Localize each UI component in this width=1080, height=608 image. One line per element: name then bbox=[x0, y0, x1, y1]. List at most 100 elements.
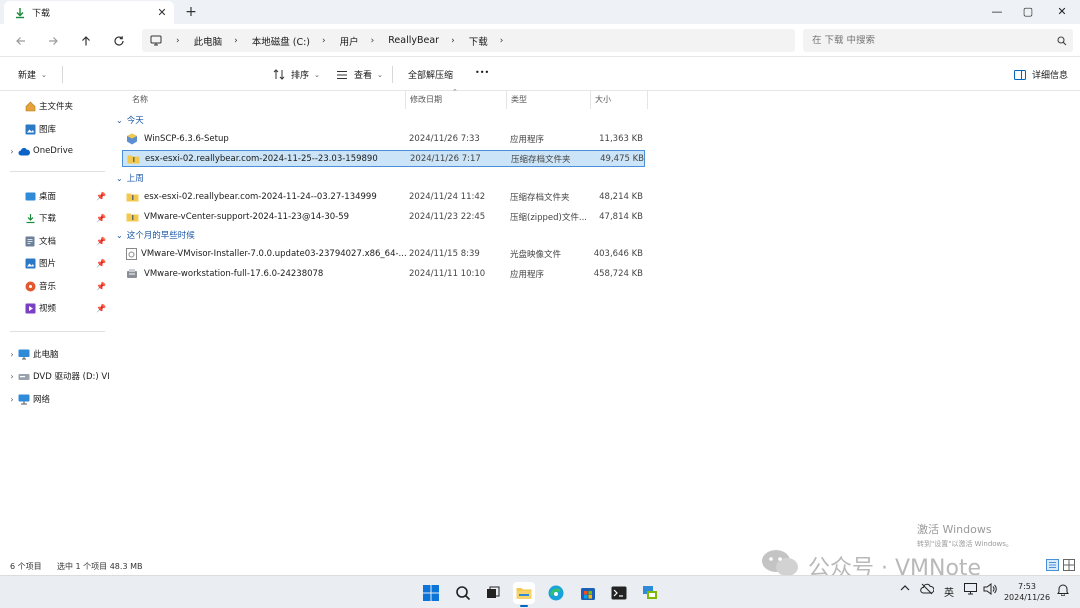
pin-icon[interactable]: 📌 bbox=[94, 237, 108, 246]
details-pane-button[interactable]: 详细信息 bbox=[1014, 68, 1068, 81]
sidebar-item-downloads[interactable]: 下载 📌 bbox=[0, 208, 112, 228]
pin-icon[interactable]: 📌 bbox=[94, 214, 108, 223]
back-arrow-icon[interactable] bbox=[12, 32, 30, 50]
breadcrumb-reallybear[interactable]: ReallyBear bbox=[388, 35, 439, 46]
breadcrumb-local-disk[interactable]: 本地磁盘 (C:) bbox=[252, 34, 310, 48]
column-header-name[interactable]: 名称 bbox=[128, 91, 406, 109]
chevron-right-icon[interactable]: › bbox=[322, 36, 326, 46]
activate-title: 激活 Windows bbox=[917, 523, 992, 536]
table-row[interactable]: VMware-VMvisor-Installer-7.0.0.update03-… bbox=[122, 245, 645, 262]
group-header-last-week[interactable]: ⌄ 上周 bbox=[116, 170, 144, 186]
table-row[interactable]: esx-esxi-02.reallybear.com-2024-11-24--0… bbox=[122, 188, 645, 205]
sidebar-item-onedrive[interactable]: › OneDrive bbox=[0, 141, 112, 161]
sidebar-item-videos[interactable]: 视频 📌 bbox=[0, 298, 112, 318]
table-row[interactable]: VMware-workstation-full-17.6.0-24238078 … bbox=[122, 265, 645, 282]
chevron-right-icon[interactable]: › bbox=[6, 395, 18, 404]
new-button[interactable]: 新建 ⌄ bbox=[18, 68, 47, 82]
sidebar-item-home[interactable]: 主文件夹 bbox=[0, 96, 112, 116]
sidebar-item-pictures[interactable]: 图片 📌 bbox=[0, 253, 112, 273]
file-name: VMware-workstation-full-17.6.0-24238078 bbox=[144, 268, 324, 279]
network-monitor-icon[interactable] bbox=[964, 583, 977, 598]
file-type: 应用程序 bbox=[510, 134, 545, 145]
file-name: VMware-vCenter-support-2024-11-23@14-30-… bbox=[144, 211, 350, 222]
microsoft-store-icon[interactable] bbox=[577, 582, 599, 604]
task-view-icon[interactable] bbox=[482, 582, 504, 604]
breadcrumb-users[interactable]: 用户 bbox=[340, 34, 359, 48]
volume-icon[interactable] bbox=[983, 583, 997, 598]
pin-icon[interactable]: 📌 bbox=[94, 282, 108, 291]
chevron-right-icon[interactable]: › bbox=[176, 36, 180, 46]
sort-button[interactable]: 排序 ⌄ bbox=[273, 68, 320, 81]
table-row[interactable]: VMware-vCenter-support-2024-11-23@14-30-… bbox=[122, 208, 645, 225]
chevron-up-icon[interactable] bbox=[900, 584, 910, 595]
group-header-earlier-this-month[interactable]: ⌄ 这个月的早些时候 bbox=[116, 227, 195, 243]
file-type: 应用程序 bbox=[510, 269, 545, 280]
notification-bell-icon[interactable] bbox=[1057, 583, 1069, 599]
refresh-icon[interactable] bbox=[110, 32, 128, 50]
details-view-icon[interactable] bbox=[1046, 559, 1059, 573]
column-header-type[interactable]: 类型 bbox=[507, 91, 591, 109]
sidebar-item-desktop[interactable]: 桌面 📌 bbox=[0, 186, 112, 206]
view-button[interactable]: 查看 ⌄ bbox=[336, 68, 383, 81]
minimize-button[interactable]: — bbox=[980, 2, 1014, 22]
tab-close-icon[interactable]: ✕ bbox=[154, 6, 170, 19]
chevron-right-icon[interactable]: › bbox=[500, 36, 504, 46]
sidebar-item-label: 此电脑 bbox=[33, 350, 59, 360]
terminal-icon[interactable] bbox=[608, 582, 630, 604]
sidebar-item-gallery[interactable]: 图库 bbox=[0, 119, 112, 139]
details-pane-icon bbox=[1014, 69, 1026, 80]
breadcrumb-downloads[interactable]: 下载 bbox=[469, 34, 488, 48]
search-input[interactable] bbox=[812, 35, 1051, 46]
sidebar-item-music[interactable]: 音乐 📌 bbox=[0, 276, 112, 296]
chevron-right-icon[interactable]: › bbox=[371, 36, 375, 46]
sidebar-item-dvd-drive[interactable]: › DVD 驱动器 (D:) VI bbox=[0, 366, 112, 386]
search-box[interactable] bbox=[803, 29, 1073, 52]
tiles-view-icon[interactable] bbox=[1063, 559, 1075, 573]
file-size: 49,475 KB bbox=[600, 153, 644, 164]
pin-icon[interactable]: 📌 bbox=[94, 192, 108, 201]
file-explorer-icon[interactable] bbox=[513, 582, 535, 607]
chevron-down-icon: ⌄ bbox=[377, 70, 383, 79]
sidebar-item-this-pc[interactable]: › 此电脑 bbox=[0, 344, 112, 364]
sort-icon bbox=[273, 69, 285, 80]
system-clock[interactable]: 7:53 2024/11/26 bbox=[1002, 581, 1052, 603]
search-icon[interactable] bbox=[1051, 35, 1073, 46]
chevron-right-icon[interactable]: › bbox=[6, 350, 18, 359]
file-size: 458,724 KB bbox=[593, 268, 643, 279]
breadcrumb-this-pc[interactable]: 此电脑 bbox=[194, 34, 223, 48]
chevron-right-icon[interactable]: › bbox=[6, 372, 18, 381]
column-header-size[interactable]: 大小 bbox=[591, 91, 648, 109]
sidebar-item-network[interactable]: › 网络 bbox=[0, 389, 112, 409]
tab-downloads[interactable]: 下载 ✕ bbox=[4, 1, 174, 24]
sidebar-item-documents[interactable]: 文档 📌 bbox=[0, 231, 112, 251]
group-header-today[interactable]: ⌄ 今天 bbox=[116, 112, 144, 128]
table-row-selected[interactable]: esx-esxi-02.reallybear.com-2024-11-25--2… bbox=[122, 150, 645, 167]
more-options-button[interactable]: ••• bbox=[475, 68, 489, 77]
zip-folder-icon bbox=[127, 154, 141, 164]
disc-image-icon bbox=[126, 247, 137, 260]
pin-icon[interactable]: 📌 bbox=[94, 259, 108, 268]
table-row[interactable]: WinSCP-6.3.6-Setup 2024/11/26 7:33 应用程序 … bbox=[122, 130, 645, 147]
maximize-button[interactable]: ▢ bbox=[1011, 2, 1045, 22]
edge-browser-icon[interactable] bbox=[545, 582, 567, 604]
cloud-offline-icon[interactable] bbox=[920, 583, 935, 598]
chevron-right-icon[interactable]: › bbox=[6, 147, 18, 156]
file-name: esx-esxi-02.reallybear.com-2024-11-25--2… bbox=[145, 153, 378, 164]
input-language-indicator[interactable]: 英 bbox=[944, 584, 954, 599]
chevron-right-icon[interactable]: › bbox=[451, 36, 455, 46]
chevron-right-icon[interactable]: › bbox=[234, 36, 238, 46]
remote-desktop-icon[interactable] bbox=[639, 582, 661, 604]
extract-all-button[interactable]: 全部解压缩 bbox=[408, 68, 453, 81]
search-icon[interactable] bbox=[452, 582, 474, 604]
up-arrow-icon[interactable] bbox=[77, 32, 95, 50]
column-header-date[interactable]: 修改日期 bbox=[406, 91, 507, 109]
windows-start-icon[interactable] bbox=[420, 582, 442, 604]
pin-icon[interactable]: 📌 bbox=[94, 304, 108, 313]
address-bar[interactable]: › 此电脑 › 本地磁盘 (C:) › 用户 › ReallyBear › 下载… bbox=[142, 29, 795, 52]
new-tab-button[interactable]: + bbox=[184, 4, 198, 20]
forward-arrow-icon[interactable] bbox=[44, 32, 62, 50]
computer-icon bbox=[18, 348, 30, 360]
close-button[interactable]: ✕ bbox=[1045, 2, 1079, 22]
new-label: 新建 bbox=[18, 71, 37, 81]
selection-info: 选中 1 个项目 48.3 MB bbox=[57, 562, 143, 571]
